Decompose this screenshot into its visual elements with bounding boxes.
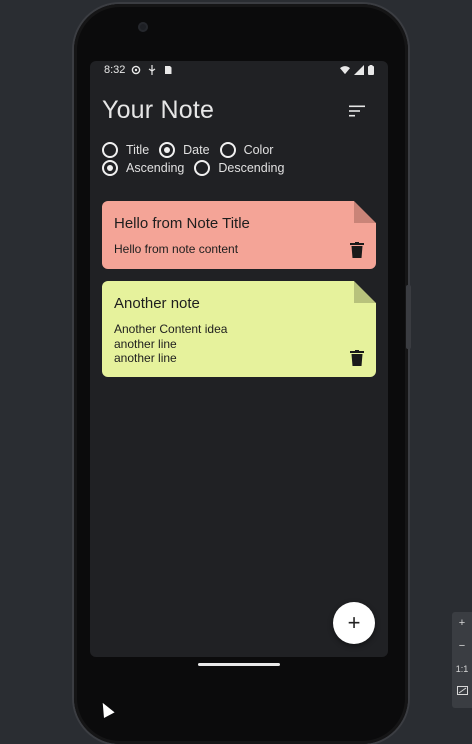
radio-date[interactable] [159,142,176,158]
fit-screen-icon [456,686,468,695]
wifi-icon [340,65,350,75]
sort-by-group: Title Date Color [102,142,283,158]
note-content: Another Content idea another line anothe… [114,322,228,365]
app-title: Your Note [102,96,215,124]
note-title: Hello from Note Title [114,215,250,232]
note-card[interactable]: Hello from Note Title Hello from note co… [102,201,376,269]
radio-date-label[interactable]: Date [183,143,209,157]
radio-color[interactable] [219,142,236,158]
delete-icon[interactable] [350,350,364,366]
battery-icon [368,65,378,75]
app-screen: 8:32 Your Note Title Date Color Ascendin… [90,61,388,657]
radio-title-label[interactable]: Title [126,143,149,157]
add-icon: + [347,610,361,635]
sort-button[interactable] [346,101,368,121]
note-content: Hello from note content [114,242,239,256]
home-indicator[interactable] [198,663,280,666]
radio-descending[interactable] [194,160,211,176]
order-group: Ascending Descending [102,160,294,176]
radio-descending-label[interactable]: Descending [218,161,284,175]
note-card[interactable]: Another note Another Content idea anothe… [102,281,376,377]
zoom-1-1-button[interactable]: 1:1 [452,658,472,681]
radio-color-label[interactable]: Color [244,143,274,157]
note-fold-corner [354,201,376,223]
zoom-in-button[interactable]: + [452,612,472,635]
note-title: Another note [114,295,200,312]
signal-icon [354,65,364,75]
add-note-button[interactable]: + [333,602,375,644]
front-camera [138,22,148,32]
radio-title[interactable] [102,142,118,158]
zoom-out-button[interactable]: − [452,635,472,658]
sd-card-icon [163,65,173,75]
status-time: 8:32 [104,64,126,76]
delete-icon[interactable] [350,242,364,258]
fit-screen-button[interactable] [452,681,472,704]
usb-icon [147,65,157,75]
note-fold-corner [354,281,376,303]
radio-ascending[interactable] [102,160,118,176]
sort-icon [349,105,365,117]
settings-icon [131,65,141,75]
device-side-button[interactable] [406,285,411,349]
radio-ascending-label[interactable]: Ascending [126,161,184,175]
status-bar: 8:32 [90,61,388,79]
emulator-zoom-panel: + − 1:1 [452,612,472,708]
